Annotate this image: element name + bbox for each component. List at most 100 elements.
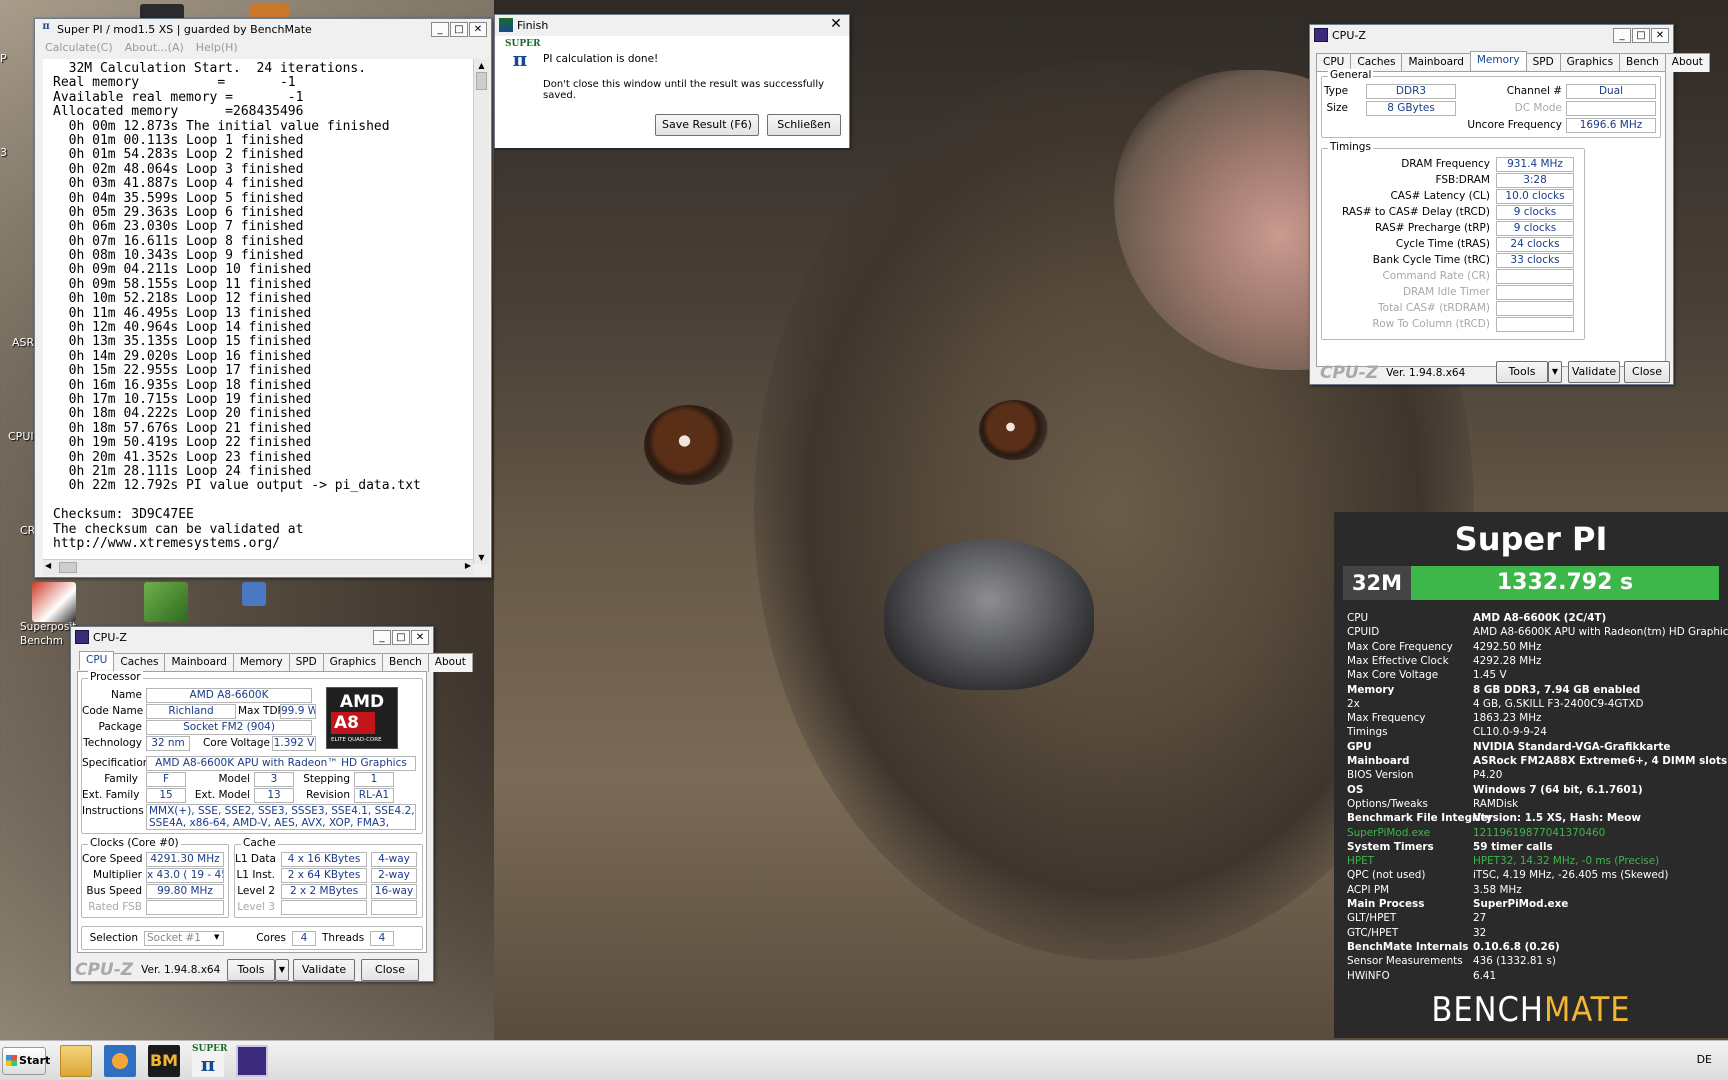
name-label: Name (111, 689, 142, 701)
scroll-thumb[interactable] (476, 72, 487, 90)
maximize-icon[interactable]: □ (392, 629, 410, 645)
tools-button[interactable]: Tools (227, 959, 275, 981)
close-icon[interactable]: ✕ (827, 17, 845, 33)
timing-value: 10.0 clocks (1496, 189, 1574, 204)
memory-type-value: DDR3 (1366, 84, 1456, 99)
hwbot-desktop-icon[interactable] (242, 582, 266, 606)
timing-value (1496, 285, 1574, 300)
maximize-icon[interactable]: □ (450, 21, 468, 37)
cpuz-memory-panel: General Type DDR3 Size 8 GBytes Channel … (1316, 69, 1666, 367)
vertical-scrollbar[interactable]: ▲ ▼ (473, 59, 489, 564)
desktop-label[interactable]: ASR (12, 336, 34, 349)
scroll-down-icon[interactable]: ▼ (474, 553, 489, 562)
desktop-label[interactable]: 3 (0, 146, 7, 159)
validate-button[interactable]: Validate (293, 959, 355, 981)
benchmate-icon[interactable]: BM (148, 1045, 180, 1077)
window-title: CPU-Z (93, 630, 127, 644)
horizontal-scrollbar[interactable]: ◀ ▶ (43, 559, 473, 575)
ext-model-value: 13 (254, 788, 294, 803)
finish-titlebar[interactable]: Finish ✕ (495, 15, 849, 35)
benchmate-row-value: 4292.50 MHz (1473, 640, 1542, 653)
tab-memory[interactable]: Memory (1469, 51, 1527, 70)
language-indicator[interactable]: DE (1697, 1053, 1712, 1066)
close-button[interactable]: Close (1624, 361, 1670, 383)
scroll-left-icon[interactable]: ◀ (45, 561, 51, 570)
maximize-icon[interactable]: □ (1632, 27, 1650, 43)
cache-group: Cache L1 Data 4 x 16 KBytes 4-way L1 Ins… (234, 837, 423, 918)
socket-select[interactable]: Socket #1 (144, 931, 224, 946)
close-icon[interactable]: ✕ (1651, 27, 1669, 43)
minimize-icon[interactable]: _ (1613, 27, 1631, 43)
console-line: 0h 18m 04.222s Loop 20 finished (53, 406, 312, 422)
superpi-output-console[interactable]: 32M Calculation Start. 24 iterations. Rea… (43, 59, 473, 564)
model-label: Model (218, 773, 250, 785)
tab-bench[interactable]: Bench (382, 653, 429, 672)
stepping-value: 1 (354, 772, 394, 787)
tab-graphics[interactable]: Graphics (1559, 53, 1621, 72)
tools-dropdown-icon[interactable]: ▼ (275, 959, 289, 981)
cpuz-icon[interactable] (236, 1045, 268, 1077)
start-button[interactable]: Start (2, 1047, 50, 1075)
cpu-name-value: AMD A8-6600K (146, 688, 312, 703)
tab-spd[interactable]: SPD (288, 653, 324, 672)
finish-note: Don't close this window until the result… (543, 79, 825, 101)
benchmate-row-key: CPU (1347, 612, 1369, 624)
cpuz-cpu-titlebar[interactable]: CPU-Z _ □ ✕ (71, 627, 433, 647)
close-dialog-button[interactable]: Schließen (767, 114, 841, 136)
chevron-down-icon[interactable]: ▼ (214, 933, 219, 941)
cpuz-desktop-icon[interactable] (144, 582, 188, 622)
close-icon[interactable]: ✕ (411, 629, 429, 645)
tab-about[interactable]: About (1664, 53, 1710, 72)
tools-button[interactable]: Tools (1496, 361, 1548, 383)
scroll-up-icon[interactable]: ▲ (474, 61, 489, 70)
explorer-icon[interactable] (60, 1045, 92, 1077)
benchmate-row: GLT/HPET 27 (1347, 912, 1719, 926)
validate-button[interactable]: Validate (1568, 361, 1620, 383)
tab-mainboard[interactable]: Mainboard (1401, 53, 1471, 72)
clocks-group: Clocks (Core #0) Core Speed 4291.30 MHz … (81, 837, 229, 918)
close-button[interactable]: Close (361, 959, 419, 981)
benchmate-row: Benchmark File Integrity Version: 1.5 XS,… (1347, 812, 1719, 826)
tab-bench[interactable]: Bench (1619, 53, 1666, 72)
menu-calculate[interactable]: Calculate(C) (45, 41, 113, 55)
superpi-title: Super PI / mod1.5 XS | guarded by BenchM… (57, 22, 312, 36)
minimize-icon[interactable]: _ (373, 629, 391, 645)
benchmate-row-key: Max Frequency (1347, 712, 1426, 725)
desktop-label[interactable]: P (0, 52, 7, 65)
close-icon[interactable]: ✕ (469, 21, 487, 37)
superpi-icon[interactable]: SUPER π (192, 1045, 227, 1077)
scroll-right-icon[interactable]: ▶ (465, 561, 471, 570)
console-line: 0h 07m 16.611s Loop 8 finished (53, 233, 304, 249)
minimize-icon[interactable]: _ (431, 21, 449, 37)
superpi-titlebar[interactable]: π Super PI / mod1.5 XS | guarded by Benc… (35, 19, 491, 39)
tab-about[interactable]: About (427, 653, 473, 672)
menu-help[interactable]: Help(H) (196, 41, 238, 55)
tools-dropdown-icon[interactable]: ▼ (1548, 361, 1562, 383)
desktop-label[interactable]: CPUI (8, 430, 34, 443)
processor-group: Processor Name AMD A8-6600K Code Name Ri… (81, 671, 423, 834)
l1-data-assoc: 4-way (371, 852, 417, 867)
cores-label: Cores (256, 932, 286, 944)
timing-label: DRAM Frequency (1401, 158, 1490, 170)
revision-value: RL-A1 (354, 788, 394, 803)
level2-value: 2 x 2 MBytes (281, 884, 367, 899)
finish-dialog: Finish ✕ SUPER π PI calculation is done! … (494, 14, 850, 148)
cpuz-memory-titlebar[interactable]: CPU-Z _ □ ✕ (1310, 25, 1673, 45)
selection-group: Selection Socket #1 ▼ Cores 4 Threads 4 (81, 926, 423, 950)
superposition-desktop-icon[interactable] (32, 582, 76, 622)
start-label: Start (19, 1054, 51, 1067)
tab-caches[interactable]: Caches (113, 653, 166, 672)
tab-spd[interactable]: SPD (1525, 53, 1561, 72)
benchmate-row: BIOS Version P4.20 (1347, 769, 1719, 783)
tab-memory[interactable]: Memory (232, 653, 290, 672)
menu-about[interactable]: About...(A) (125, 41, 184, 55)
tab-graphics[interactable]: Graphics (322, 653, 384, 672)
save-result-button[interactable]: Save Result (F6) (655, 114, 759, 136)
desktop-icon-label: Superposit Benchm (20, 621, 77, 647)
tab-cpu[interactable]: CPU (79, 651, 115, 670)
timing-label: Row To Column (tRCD) (1372, 318, 1490, 330)
tab-mainboard[interactable]: Mainboard (164, 653, 234, 672)
hscroll-thumb[interactable] (59, 562, 77, 573)
ext-family-label: Ext. Family (82, 789, 140, 801)
media-player-icon[interactable] (104, 1045, 136, 1077)
